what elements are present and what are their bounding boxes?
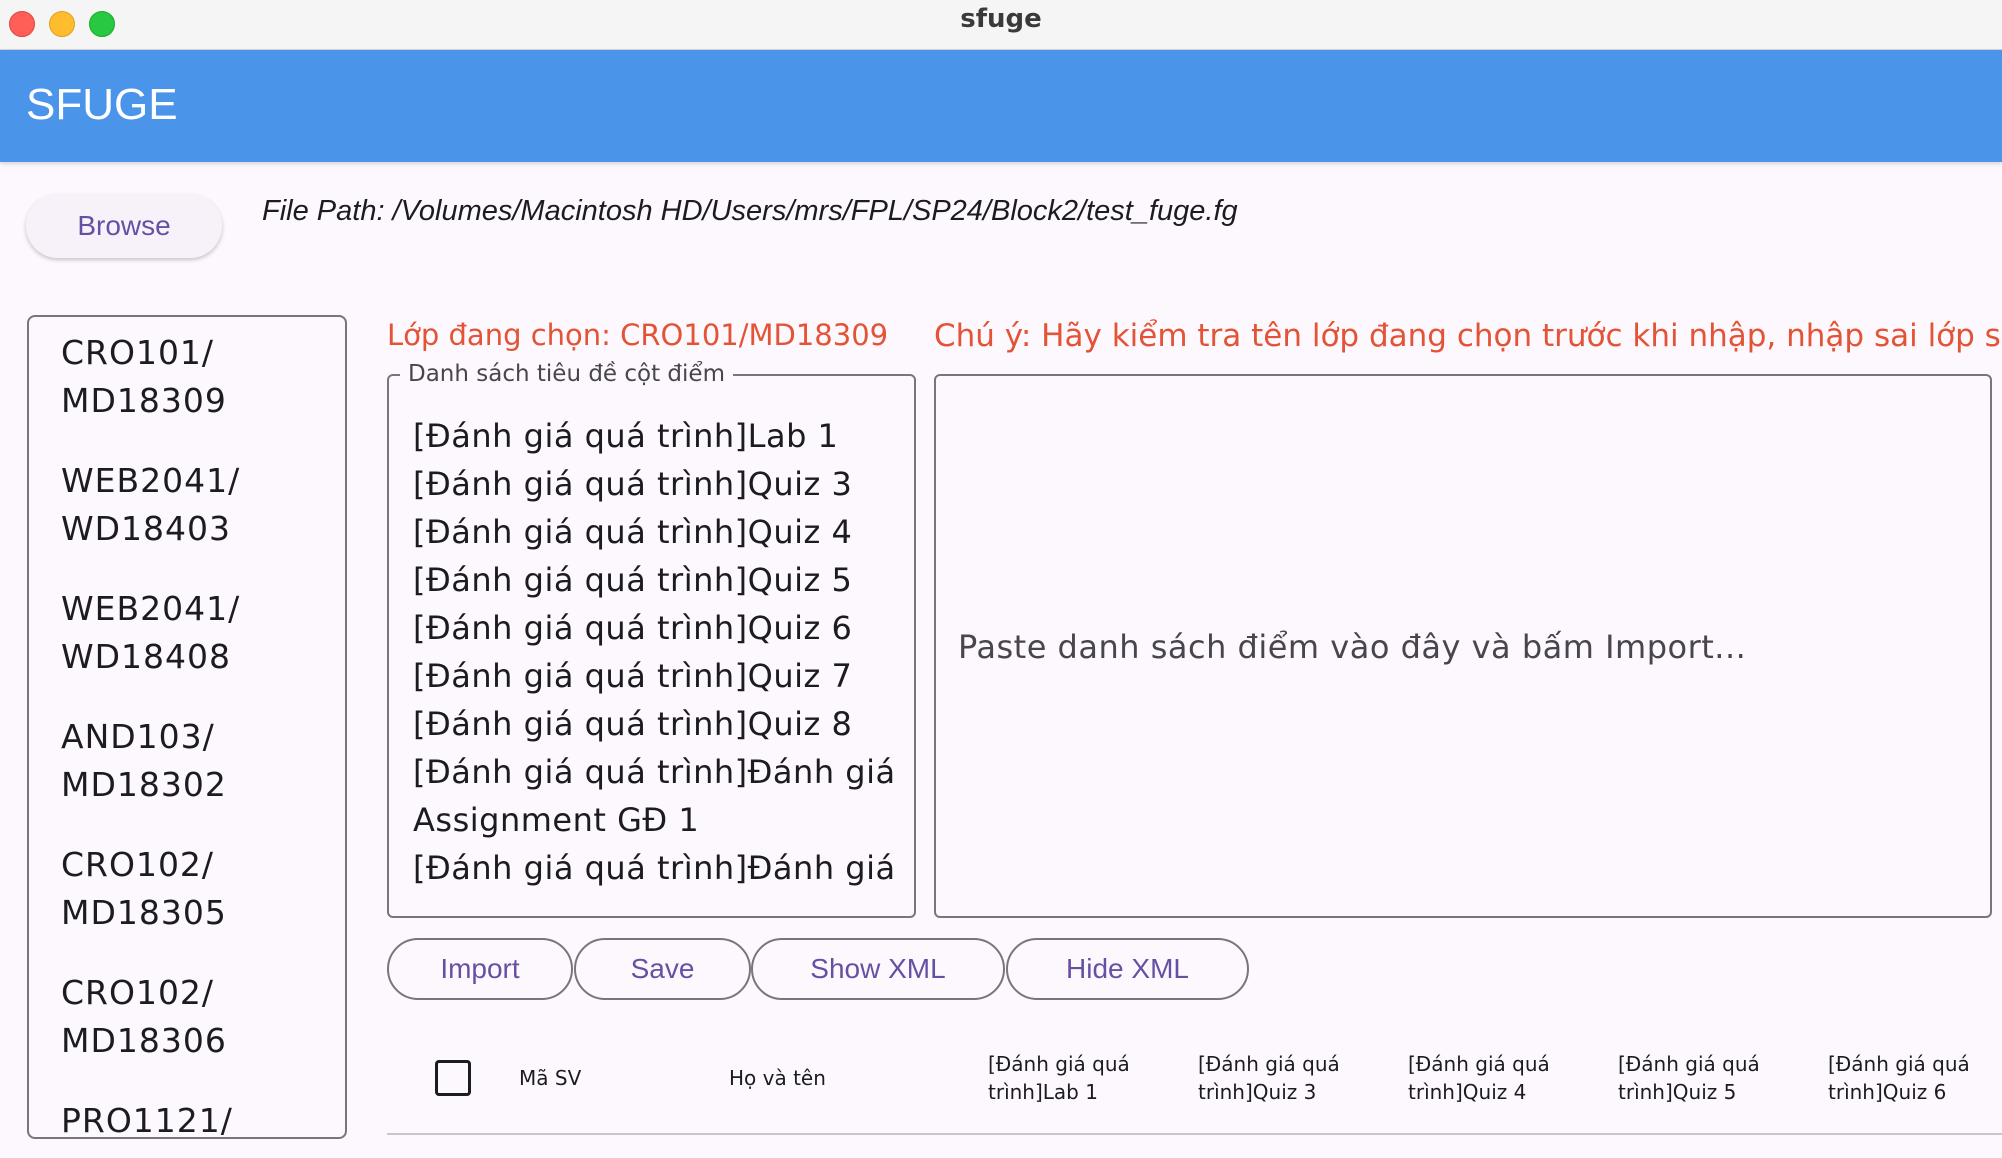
column-header-text: [Đánh giá quá — [1198, 1052, 1340, 1076]
class-group: MD18305 — [61, 893, 227, 932]
window-title: sfuge — [960, 4, 1042, 34]
class-list-item[interactable]: PRO1121/ — [61, 1097, 321, 1139]
column-header-text: [Đánh giá quá — [1828, 1052, 1970, 1076]
column-header-line: [Đánh giá quá trình]Quiz 4 — [413, 513, 853, 551]
class-course: WEB2041/ — [61, 461, 241, 500]
column-header-line: [Đánh giá quá trình]Quiz 3 — [413, 465, 853, 503]
column-header-text: [Đánh giá quá — [1618, 1052, 1760, 1076]
column-header-student-id[interactable]: Mã SV — [519, 1064, 581, 1092]
class-list-item[interactable]: WEB2041/ WD18408 — [61, 585, 321, 681]
class-course: CRO101/ — [61, 333, 215, 372]
browse-button[interactable]: Browse — [26, 194, 222, 258]
column-header-line: [Đánh giá quá trình]Đánh giá — [413, 753, 896, 791]
column-header-score[interactable]: [Đánh giá quá trình]Quiz 6 — [1828, 1050, 1970, 1106]
class-course: CRO102/ — [61, 845, 215, 884]
class-course: WEB2041/ — [61, 589, 241, 628]
window-titlebar: sfuge — [0, 0, 2002, 50]
column-header-text: trình]Quiz 3 — [1198, 1080, 1317, 1104]
column-header-score[interactable]: [Đánh giá quá trình]Quiz 3 — [1198, 1050, 1340, 1106]
class-group: MD18309 — [61, 381, 227, 420]
column-headers-list: [Đánh giá quá trình]Lab 1 [Đánh giá quá … — [413, 412, 903, 892]
column-header-text: trình]Quiz 4 — [1408, 1080, 1527, 1104]
selected-class-label: Lớp đang chọn: CRO101/MD18309 — [387, 318, 889, 352]
column-header-line: [Đánh giá quá trình]Đánh giá — [413, 849, 896, 887]
app-bar: SFUGE — [0, 50, 2002, 162]
save-button[interactable]: Save — [574, 938, 751, 1000]
select-all-checkbox[interactable] — [435, 1060, 471, 1096]
app-title: SFUGE — [26, 80, 178, 129]
hide-xml-button[interactable]: Hide XML — [1006, 938, 1249, 1000]
class-list[interactable]: CRO101/ MD18309 WEB2041/ WD18403 WEB2041… — [27, 315, 347, 1139]
column-header-text: Họ và tên — [729, 1066, 826, 1090]
class-list-item[interactable]: CRO102/ MD18305 — [61, 841, 321, 937]
column-header-text: trình]Lab 1 — [988, 1080, 1098, 1104]
column-headers-field[interactable]: [Đánh giá quá trình]Lab 1 [Đánh giá quá … — [387, 374, 916, 918]
column-header-line: [Đánh giá quá trình]Quiz 5 — [413, 561, 853, 599]
class-course: PRO1121/ — [61, 1101, 233, 1139]
column-header-line: [Đánh giá quá trình]Lab 1 — [413, 417, 839, 455]
show-xml-button[interactable]: Show XML — [751, 938, 1005, 1000]
class-group: WD18408 — [61, 637, 232, 676]
column-header-text: [Đánh giá quá — [1408, 1052, 1550, 1076]
class-group: MD18306 — [61, 1021, 227, 1060]
column-header-text: Mã SV — [519, 1066, 582, 1090]
column-header-score[interactable]: [Đánh giá quá trình]Quiz 5 — [1618, 1050, 1760, 1106]
class-course: AND103/ — [61, 717, 215, 756]
column-header-text: trình]Quiz 5 — [1618, 1080, 1737, 1104]
column-headers-legend: Danh sách tiêu đề cột điểm — [400, 361, 733, 387]
class-course: CRO102/ — [61, 973, 215, 1012]
import-button[interactable]: Import — [387, 938, 573, 1000]
class-list-item[interactable]: CRO101/ MD18309 — [61, 329, 321, 425]
table-divider — [387, 1133, 2002, 1135]
column-header-full-name[interactable]: Họ và tên — [729, 1064, 826, 1092]
paste-placeholder: Paste danh sách điểm vào đây và bấm Impo… — [958, 628, 1747, 666]
class-group: MD18302 — [61, 765, 227, 804]
file-path-text: File Path: /Volumes/Macintosh HD/Users/m… — [262, 195, 1238, 227]
class-group: WD18403 — [61, 509, 232, 548]
column-header-score[interactable]: [Đánh giá quá trình]Lab 1 — [988, 1050, 1130, 1106]
paste-scores-textarea[interactable]: Paste danh sách điểm vào đây và bấm Impo… — [934, 374, 1992, 918]
column-header-line: Assignment GĐ 1 — [413, 801, 700, 839]
scores-table-header: Mã SV Họ và tên [Đánh giá quá trình]Lab … — [387, 1020, 2002, 1135]
class-list-item[interactable]: WEB2041/ WD18403 — [61, 457, 321, 553]
column-header-text: [Đánh giá quá — [988, 1052, 1130, 1076]
class-list-item[interactable]: CRO102/ MD18306 — [61, 969, 321, 1065]
column-header-line: [Đánh giá quá trình]Quiz 8 — [413, 705, 853, 743]
column-header-line: [Đánh giá quá trình]Quiz 6 — [413, 609, 853, 647]
column-header-line: [Đánh giá quá trình]Quiz 7 — [413, 657, 853, 695]
column-header-score[interactable]: [Đánh giá quá trình]Quiz 4 — [1408, 1050, 1550, 1106]
class-list-item[interactable]: AND103/ MD18302 — [61, 713, 321, 809]
column-header-text: trình]Quiz 6 — [1828, 1080, 1947, 1104]
warning-text: Chú ý: Hãy kiểm tra tên lớp đang chọn tr… — [934, 318, 2002, 354]
